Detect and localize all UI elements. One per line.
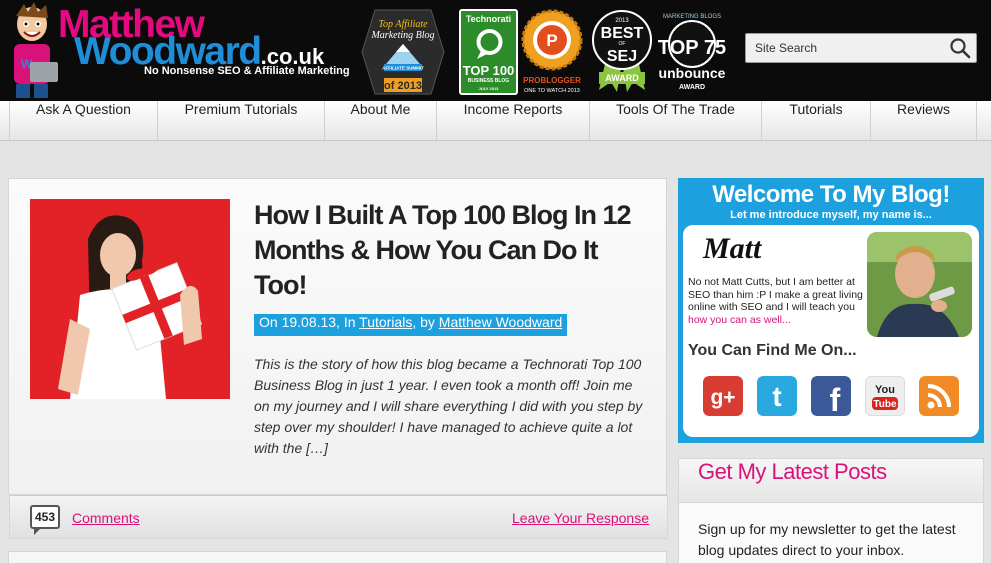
post-title[interactable]: How I Built A Top 100 Blog In 12 Months … <box>254 198 654 303</box>
welcome-bio: No not Matt Cutts, but I am better at SE… <box>688 276 866 326</box>
welcome-signature: Matt <box>703 232 762 265</box>
welcome-widget: Welcome To My Blog! Let me introduce mys… <box>678 178 984 443</box>
post-footer: 453 Comments Leave Your Response <box>9 495 668 539</box>
post-category-link[interactable]: Tutorials <box>359 314 412 330</box>
site-header: W Matthew Woodward.co.uk No Nonsense SEO… <box>0 0 991 101</box>
nav-item-income-reports[interactable]: Income Reports <box>437 101 590 141</box>
technorati-speech-icon <box>476 29 503 59</box>
search-icon[interactable] <box>948 37 972 59</box>
post-author-link[interactable]: Matthew Woodward <box>439 314 562 330</box>
leave-response-link[interactable]: Leave Your Response <box>512 510 649 526</box>
affiliate-badge-line1: Top Affiliate <box>378 19 428 30</box>
nav-item-label: Premium Tutorials <box>184 101 298 117</box>
site-search <box>745 33 977 63</box>
newsletter-text: Sign up for my newsletter to get the lat… <box>698 521 956 558</box>
mascot-logo: W <box>14 2 58 98</box>
twitter-icon[interactable]: t <box>757 376 797 416</box>
twitter-label: t <box>772 381 781 412</box>
problogger-brand: PROBLOGGER <box>523 76 581 85</box>
welcome-title: Welcome To My Blog! <box>712 181 950 208</box>
problogger-award-badge[interactable]: P PROBLOGGER ONE TO WATCH 2013 <box>520 8 584 96</box>
blog-post-card: How I Built A Top 100 Blog In 12 Months … <box>8 178 668 539</box>
facebook-icon[interactable]: f <box>811 376 851 416</box>
sej-year: 2013 <box>615 18 629 24</box>
unbounce-top-text: MARKETING BLOGS <box>663 14 721 20</box>
best-of-sej-award-badge[interactable]: 2013 BEST OF SEJ AWARD <box>591 8 653 94</box>
youtube-you: You <box>875 384 895 396</box>
nav-item-label: About Me <box>350 101 411 117</box>
facebook-label: f <box>830 382 841 416</box>
nav-item-about-me[interactable]: About Me <box>325 101 437 141</box>
search-input[interactable] <box>746 34 942 62</box>
nav-item-label: Reviews <box>897 101 950 117</box>
affiliate-badge-line3: AFFILIATE SUMMIT <box>382 66 424 71</box>
nav-item-label: Tools Of The Trade <box>616 101 735 117</box>
unbounce-award: AWARD <box>679 84 705 91</box>
post-excerpt: This is the story of how this blog becam… <box>254 356 643 456</box>
unbounce-big: TOP 75 <box>658 37 726 59</box>
technorati-top-100-badge[interactable]: Technorati TOP 100 BUSINESS BLOG JULY 20… <box>459 9 518 95</box>
author-photo <box>867 232 972 337</box>
woman-holding-gift-image <box>30 199 230 399</box>
sej-of: OF <box>619 41 626 47</box>
welcome-subtitle: Let me introduce myself, my name is... <box>730 209 932 221</box>
find-me-heading: You Can Find Me On... <box>688 342 857 359</box>
svg-text:P: P <box>546 31 557 50</box>
youtube-tube: Tube <box>873 399 897 410</box>
site-tagline: No Nonsense SEO & Affiliate Marketing <box>144 65 350 77</box>
technorati-date: JULY 2013 <box>478 86 499 91</box>
nav-item-reviews[interactable]: Reviews <box>871 101 977 141</box>
welcome-bio-link[interactable]: how you can as well... <box>688 314 791 326</box>
nav-item-label: Income Reports <box>463 101 563 117</box>
nav-item-tutorials[interactable]: Tutorials <box>762 101 871 141</box>
google-plus-icon[interactable]: g+ <box>703 376 743 416</box>
technorati-sub: BUSINESS BLOG <box>467 78 510 84</box>
affiliate-badge-line2: Marketing Blog <box>370 30 434 41</box>
next-post-card <box>8 551 667 563</box>
unbounce-brand: unbounce <box>659 65 726 81</box>
welcome-bio-text: No not Matt Cutts, but I am better at SE… <box>688 276 863 313</box>
problogger-sub: ONE TO WATCH 2013 <box>524 88 580 94</box>
post-meta: On 19.08.13, In Tutorials, by Matthew Wo… <box>254 314 568 336</box>
unbounce-top-75-badge[interactable]: MARKETING BLOGS TOP 75 unbounce AWARD <box>654 10 730 92</box>
google-plus-label: g+ <box>710 386 735 409</box>
youtube-icon[interactable]: You Tube <box>865 376 905 416</box>
sej-best: BEST <box>601 25 644 42</box>
nav-item-label: Tutorials <box>789 101 843 117</box>
nav-item-premium-tutorials[interactable]: Premium Tutorials <box>158 101 325 141</box>
technorati-brand: Technorati <box>465 14 512 24</box>
rss-icon[interactable] <box>919 376 959 416</box>
nav-item-ask-a-question[interactable]: Ask A Question <box>9 101 158 141</box>
newsletter-title: Get My Latest Posts <box>679 459 983 503</box>
post-thumbnail[interactable] <box>30 199 230 399</box>
post-date: On 19.08.13, In <box>259 314 360 330</box>
sej-name: SEJ <box>607 48 637 65</box>
affiliate-badge-year: of 2013 <box>384 80 422 92</box>
technorati-main: TOP 100 <box>462 63 515 78</box>
nav-item-tools-of-the-trade[interactable]: Tools Of The Trade <box>590 101 762 141</box>
sej-award: AWARD <box>605 73 639 83</box>
welcome-content: Matt No not Matt Cutts, but I am better … <box>683 225 979 437</box>
comments-link[interactable]: Comments <box>72 510 140 526</box>
affiliate-summit-award-badge[interactable]: Top Affiliate Marketing Blog AFFILIATE S… <box>360 8 446 96</box>
nav-item-label: Ask A Question <box>36 101 131 117</box>
comment-count-icon[interactable]: 453 <box>30 505 60 535</box>
post-meta-by: , by <box>412 314 439 330</box>
newsletter-widget: Get My Latest Posts Sign up for my newsl… <box>678 458 984 563</box>
main-nav: Ask A Question Premium Tutorials About M… <box>0 101 991 141</box>
